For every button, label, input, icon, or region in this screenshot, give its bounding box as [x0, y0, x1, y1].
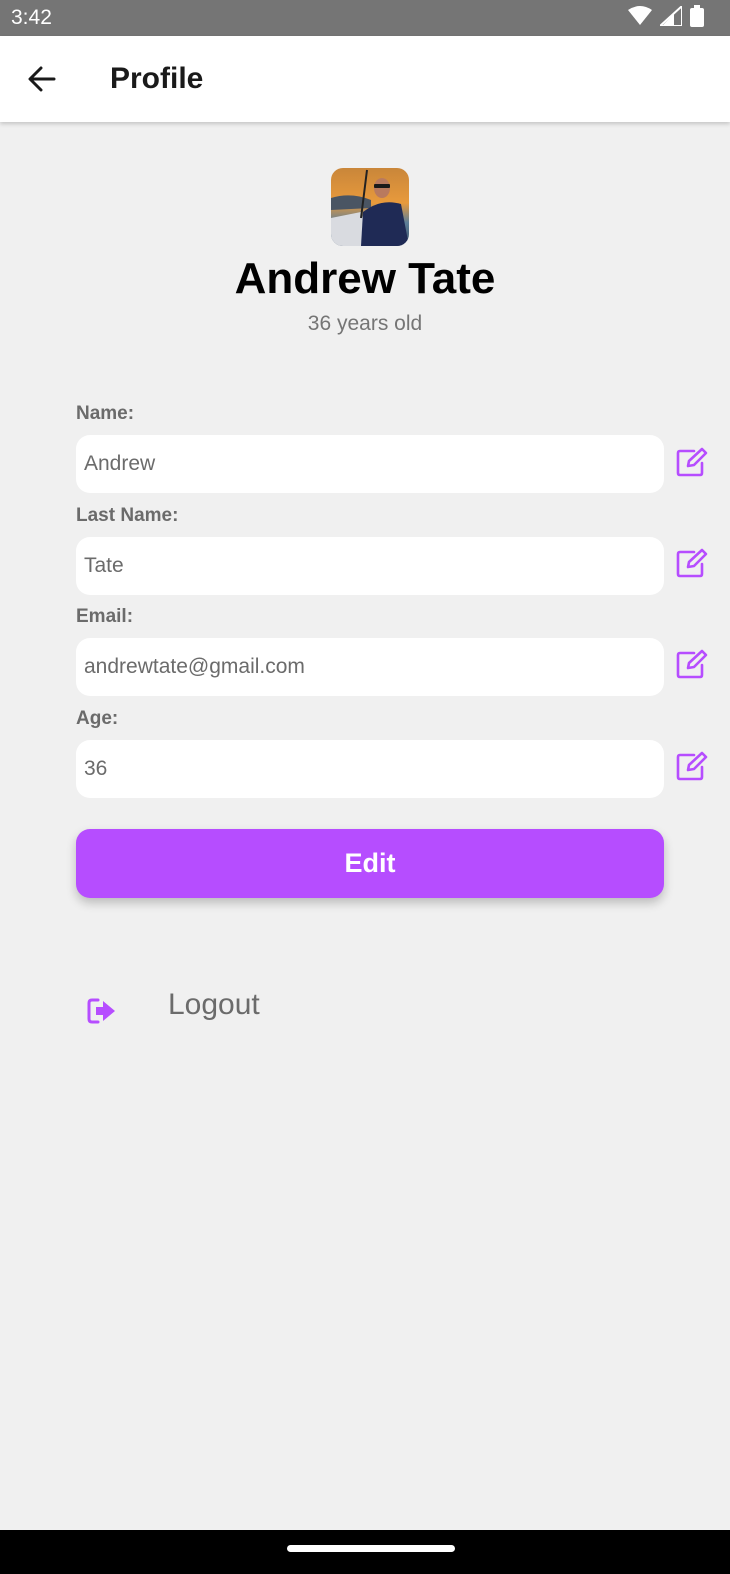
logout-button[interactable]: Logout	[86, 985, 286, 1035]
age-field[interactable]	[76, 740, 664, 798]
age-label: Age:	[76, 708, 119, 729]
home-indicator[interactable]	[287, 1545, 455, 1552]
edit-button[interactable]: Edit	[76, 829, 664, 898]
pencil-square-icon[interactable]	[676, 751, 708, 781]
pencil-square-icon[interactable]	[676, 548, 708, 578]
status-bar: 3:42	[0, 0, 730, 36]
name-label: Name:	[76, 403, 135, 424]
wifi-icon	[628, 6, 652, 25]
battery-icon	[690, 5, 704, 27]
back-arrow-icon	[28, 66, 56, 92]
pencil-square-icon[interactable]	[676, 447, 708, 477]
status-icons	[628, 5, 704, 27]
pencil-square-icon[interactable]	[676, 649, 708, 679]
last-name-label: Last Name:	[76, 505, 179, 526]
profile-age: 36 years old	[307, 312, 423, 335]
last-name-field[interactable]	[76, 537, 664, 595]
navigation-bar	[0, 1530, 730, 1574]
profile-name: Andrew Tate	[234, 254, 496, 303]
app-bar: Profile	[0, 36, 730, 122]
email-label: Email:	[76, 606, 134, 627]
back-button[interactable]	[22, 56, 62, 102]
logout-icon	[87, 998, 115, 1024]
email-field[interactable]	[76, 638, 664, 696]
status-time: 3:42	[11, 6, 52, 29]
name-field[interactable]	[76, 435, 664, 493]
logout-label: Logout	[168, 988, 260, 1021]
signal-icon	[660, 6, 682, 26]
avatar	[331, 168, 409, 246]
page-title: Profile	[110, 62, 204, 95]
